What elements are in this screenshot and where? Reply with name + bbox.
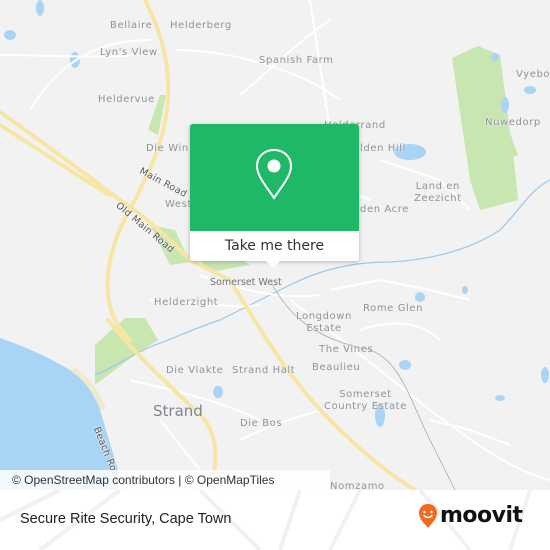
popup-header[interactable]: [190, 124, 359, 231]
place-label-rome-glen: Rome Glen: [363, 303, 424, 314]
place-label-heldervue: Heldervue: [98, 94, 155, 105]
footer: Secure Rite Security, Cape Town moovit: [0, 490, 550, 550]
place-label-land-en-zeezicht: Land en Zeezicht: [414, 181, 462, 204]
place-label-golden-acre: den Acre: [360, 204, 410, 215]
place-title: Secure Rite Security, Cape Town: [20, 511, 232, 527]
main-road: [0, 123, 112, 197]
destination-popup[interactable]: Take me there: [190, 124, 359, 268]
map-attribution[interactable]: © OpenStreetMap contributors | © OpenMap…: [0, 470, 330, 490]
place-label-helderberg: Helderberg: [170, 20, 232, 31]
place-label-west: West: [165, 199, 192, 210]
moovit-logo[interactable]: moovit: [418, 503, 523, 529]
place-label-somerset-country-estate: Somerset Country Estate: [324, 389, 407, 412]
place-label-strand: Strand: [153, 402, 203, 420]
place-label-the-vines: The Vines: [319, 344, 374, 355]
place-label-die-vlakte: Die Vlakte: [166, 365, 224, 376]
place-label-somerset-west: Somerset West: [210, 277, 282, 288]
place-label-lyns-view: Lyn's View: [100, 47, 158, 58]
place-label-vyeboom: Vyebo: [516, 69, 550, 80]
place-label-die-wingerd: Die Win: [146, 143, 189, 154]
popup-pointer: [265, 260, 281, 268]
place-label-die-bos: Die Bos: [240, 418, 283, 429]
take-me-there-button[interactable]: Take me there: [190, 231, 359, 261]
place-label-helderzight: Helderzight: [154, 297, 219, 308]
moovit-wordmark: moovit: [440, 503, 523, 528]
place-label-spanish-farm: Spanish Farm: [259, 55, 334, 66]
map[interactable]: Bellaire Helderberg Lyn's View Spanish F…: [0, 0, 550, 490]
map-pin-icon: [255, 148, 293, 200]
place-label-beaulieu: Beaulieu: [312, 362, 361, 373]
place-label-strand-halt: Strand Halt: [232, 365, 296, 376]
place-label-bellaire: Bellaire: [110, 20, 153, 31]
place-label-golden-hill: lden Hill: [360, 143, 407, 154]
place-label-nuwedorp: Nuwedorp: [485, 117, 541, 128]
place-label-nomzamo: Nomzamo: [330, 481, 385, 490]
park-strand: [95, 318, 158, 385]
place-label-longdown-estate: Longdown Estate: [296, 311, 352, 334]
moovit-pin-smile-icon: [419, 504, 437, 528]
